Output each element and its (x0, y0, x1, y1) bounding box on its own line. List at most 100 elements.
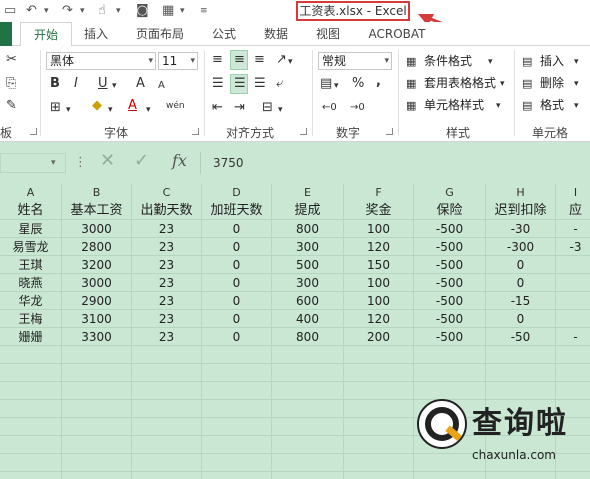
table-cell[interactable] (556, 256, 590, 274)
table-cell[interactable]: 23 (132, 328, 202, 346)
table-cell[interactable]: 0 (202, 238, 272, 256)
table-cell[interactable]: 3000 (62, 220, 132, 238)
empty-cell[interactable] (62, 364, 132, 382)
chevron-down-icon[interactable]: ▾ (500, 76, 505, 92)
table-cell[interactable]: 易雪龙 (0, 238, 62, 256)
header-cell[interactable]: 奖金 (344, 202, 414, 220)
table-cell[interactable]: 0 (486, 274, 556, 292)
empty-cell[interactable] (486, 364, 556, 382)
empty-cell[interactable] (272, 436, 344, 454)
cell-styles-button[interactable]: 单元格样式 (424, 96, 484, 114)
empty-cell[interactable] (0, 418, 62, 436)
table-cell[interactable]: -500 (414, 310, 486, 328)
phonetic-button[interactable]: wén (166, 98, 185, 114)
table-cell[interactable]: 0 (202, 274, 272, 292)
empty-cell[interactable] (344, 400, 414, 418)
empty-cell[interactable] (62, 436, 132, 454)
empty-cell[interactable] (202, 382, 272, 400)
delete-cells-button[interactable]: 删除 (540, 74, 564, 92)
table-cell[interactable]: 0 (202, 220, 272, 238)
empty-cell[interactable] (202, 364, 272, 382)
alignment-launcher-icon[interactable] (300, 128, 307, 135)
table-cell[interactable]: 200 (344, 328, 414, 346)
grow-font-button[interactable]: A (136, 76, 145, 92)
table-cell[interactable]: 2900 (62, 292, 132, 310)
empty-cell[interactable] (132, 472, 202, 479)
decrease-decimal-icon[interactable]: →0 (350, 100, 365, 116)
table-cell[interactable]: 0 (486, 256, 556, 274)
table-cell[interactable]: 800 (272, 328, 344, 346)
table-cell[interactable]: 23 (132, 238, 202, 256)
table-cell[interactable]: -500 (414, 238, 486, 256)
borders-dropdown-icon[interactable]: ▾ (66, 102, 71, 118)
empty-cell[interactable] (132, 364, 202, 382)
table-cell[interactable]: 300 (272, 274, 344, 292)
empty-cell[interactable] (62, 382, 132, 400)
column-header[interactable]: I (556, 184, 590, 202)
font-name-select[interactable]: 黑体 ▾ (46, 52, 156, 70)
empty-cell[interactable] (344, 454, 414, 472)
empty-cell[interactable] (344, 346, 414, 364)
empty-cell[interactable] (0, 382, 62, 400)
increase-indent-icon[interactable]: ⇥ (234, 100, 245, 116)
fill-color-icon[interactable]: ◆ (92, 98, 102, 114)
column-header[interactable]: B (62, 184, 132, 202)
empty-cell[interactable] (344, 418, 414, 436)
column-header[interactable]: H (486, 184, 556, 202)
table-cell[interactable]: 23 (132, 310, 202, 328)
chevron-down-icon[interactable]: ▾ (574, 54, 579, 70)
empty-cell[interactable] (272, 382, 344, 400)
empty-cell[interactable] (414, 364, 486, 382)
empty-cell[interactable] (62, 400, 132, 418)
table-cell[interactable]: 600 (272, 292, 344, 310)
underline-button[interactable]: U (98, 76, 108, 92)
table-cell[interactable]: 3000 (62, 274, 132, 292)
empty-cell[interactable] (344, 382, 414, 400)
empty-cell[interactable] (132, 400, 202, 418)
empty-cell[interactable] (202, 454, 272, 472)
table-cell[interactable]: 王梅 (0, 310, 62, 328)
empty-cell[interactable] (414, 346, 486, 364)
table-cell[interactable]: 100 (344, 274, 414, 292)
empty-cell[interactable] (132, 418, 202, 436)
table-cell[interactable]: 150 (344, 256, 414, 274)
empty-cell[interactable] (272, 400, 344, 418)
empty-cell[interactable] (202, 472, 272, 479)
merge-center-icon[interactable]: ⊟ (262, 100, 273, 116)
table-cell[interactable]: - (556, 328, 590, 346)
header-cell[interactable]: 加班天数 (202, 202, 272, 220)
table-cell[interactable]: -300 (486, 238, 556, 256)
header-cell[interactable]: 基本工资 (62, 202, 132, 220)
font-size-select[interactable]: 11 ▾ (158, 52, 198, 70)
table-cell[interactable]: 23 (132, 220, 202, 238)
tab-home[interactable]: 开始 (20, 22, 72, 47)
table-cell[interactable]: -3 (556, 238, 590, 256)
tab-page-layout[interactable]: 页面布局 (128, 22, 192, 46)
empty-cell[interactable] (132, 436, 202, 454)
table-cell[interactable] (556, 292, 590, 310)
chevron-down-icon[interactable]: ▾ (574, 76, 579, 92)
table-cell[interactable]: 800 (272, 220, 344, 238)
empty-cell[interactable] (556, 364, 590, 382)
copy-icon[interactable]: ⎘ (6, 76, 16, 92)
borders-icon[interactable]: ⊞ (50, 100, 61, 116)
header-cell[interactable]: 提成 (272, 202, 344, 220)
table-cell[interactable]: 500 (272, 256, 344, 274)
merge-dropdown-icon[interactable]: ▾ (278, 102, 283, 118)
file-tab[interactable] (0, 22, 12, 46)
empty-cell[interactable] (62, 454, 132, 472)
table-cell[interactable]: 0 (486, 310, 556, 328)
table-cell[interactable]: 3300 (62, 328, 132, 346)
header-cell[interactable]: 保险 (414, 202, 486, 220)
bottom-align-icon[interactable]: ≡ (254, 52, 265, 68)
name-box[interactable]: ▾ (0, 153, 66, 173)
column-header[interactable]: F (344, 184, 414, 202)
empty-cell[interactable] (556, 346, 590, 364)
clipboard-launcher-icon[interactable] (30, 128, 37, 135)
format-as-table-button[interactable]: 套用表格格式 (424, 74, 496, 92)
empty-cell[interactable] (486, 346, 556, 364)
table-cell[interactable]: -500 (414, 292, 486, 310)
conditional-format-button[interactable]: 条件格式 (424, 52, 472, 70)
decrease-indent-icon[interactable]: ⇤ (212, 100, 223, 116)
empty-cell[interactable] (132, 454, 202, 472)
